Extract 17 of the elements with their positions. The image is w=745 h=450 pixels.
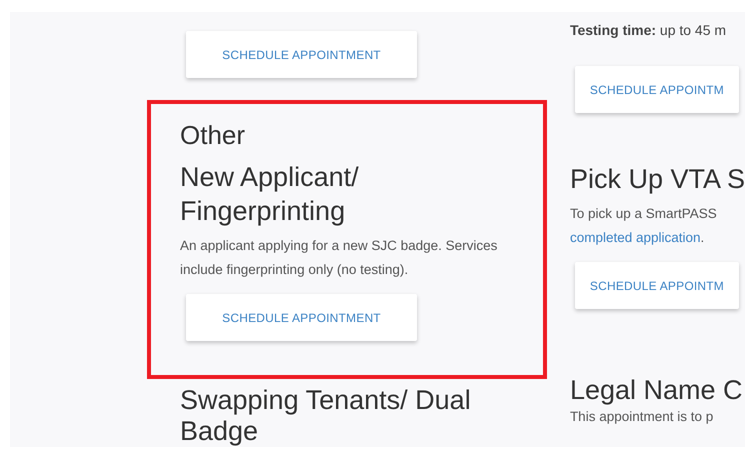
card-title: Fingerprinting [180, 195, 346, 228]
category-heading: Other [180, 120, 246, 150]
schedule-appointment-button[interactable]: SCHEDULE APPOINTMENT [186, 31, 417, 78]
schedule-appointment-button[interactable]: SCHEDULE APPOINTM [574, 66, 739, 113]
section-title: Badge [180, 416, 260, 447]
schedule-appointment-button[interactable]: SCHEDULE APPOINTMENT [186, 294, 417, 341]
card-title: Pick Up VTA S [570, 163, 745, 196]
section-title: Swapping Tenants/ Dual [180, 385, 472, 416]
section-description: This appointment is to p [570, 408, 714, 426]
period-text: . [700, 229, 704, 247]
completed-application-link[interactable]: completed application [570, 226, 701, 250]
card-description: To pick up a SmartPASS [570, 205, 718, 223]
testing-time-text: Testing time: up to 45 m [570, 21, 728, 40]
card-description: An applicant applying for a new SJC badge. Services include fingerprinting only (no testing). [180, 237, 498, 279]
card-title: New Applicant/ [180, 161, 360, 194]
section-title: Legal Name C [570, 374, 744, 407]
schedule-appointment-button[interactable]: SCHEDULE APPOINTM [574, 262, 739, 309]
